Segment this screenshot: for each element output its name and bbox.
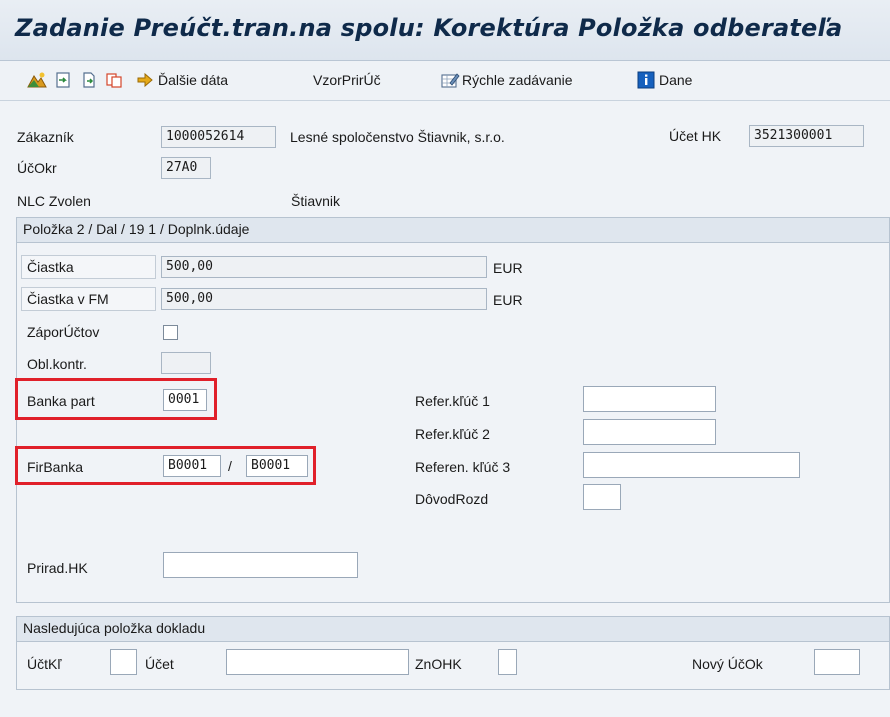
arrow-right-icon <box>136 71 154 89</box>
company-code-label: ÚčOkr <box>17 160 57 176</box>
info-icon <box>637 71 655 89</box>
new-document-icon <box>80 71 98 89</box>
neg-posting-label: ZáporÚčtov <box>27 324 100 340</box>
customer-name: Lesné spoločenstvo Štiavnik, s.r.o. <box>290 129 505 145</box>
application-toolbar: Ďalšie dáta VzorPrirÚč Rýchle zadávanie … <box>0 61 890 101</box>
ref-key2-label: Refer.kľúč 2 <box>415 426 490 442</box>
ref-key3-label: Referen. kľúč 3 <box>415 459 511 475</box>
account-field[interactable] <box>226 649 409 675</box>
city-right: Štiavnik <box>291 193 341 209</box>
house-bank-separator: / <box>228 458 232 474</box>
reason-field[interactable] <box>583 484 621 510</box>
title-bar: Zadanie Preúčt.tran.na spolu: Korektúra … <box>0 0 890 61</box>
create-document-button[interactable] <box>80 69 98 91</box>
city-left: NLC Zvolen <box>17 193 91 209</box>
template-label: VzorPrirÚč <box>313 72 381 88</box>
fast-entry-button[interactable]: Rýchle zadávanie <box>440 69 573 91</box>
taxes-label: Dane <box>659 72 693 88</box>
company-code-field[interactable]: 27A0 <box>161 157 211 179</box>
more-data-button[interactable]: Ďalšie dáta <box>136 69 228 91</box>
special-gl-label: ZnOHK <box>415 656 462 672</box>
ref-key1-field[interactable] <box>583 386 716 412</box>
gl-account-field[interactable]: 3521300001 <box>749 125 864 147</box>
reason-label: DôvodRozd <box>415 491 489 507</box>
ref-key2-field[interactable] <box>583 419 716 445</box>
amount-lc-field[interactable]: 500,00 <box>161 288 487 310</box>
amount-lc-currency: EUR <box>493 292 523 308</box>
house-bank-account-field[interactable]: B0001 <box>246 455 308 477</box>
house-bank-label: FirBanka <box>27 459 84 475</box>
amount-currency: EUR <box>493 260 523 276</box>
copy-icon <box>105 71 123 89</box>
new-company-code-label: Nový ÚčOk <box>692 656 763 672</box>
window-title: Zadanie Preúčt.tran.na spolu: Korektúra … <box>15 14 843 42</box>
assign-gl-label: Prirad.HK <box>27 560 88 576</box>
edit-table-icon <box>440 71 460 89</box>
posting-key-field[interactable] <box>110 649 137 675</box>
document-arrow-icon <box>54 71 72 89</box>
customer-field[interactable]: 1000052614 <box>161 126 276 148</box>
house-bank-field[interactable]: B0001 <box>163 455 221 477</box>
posting-key-label: ÚčtKľ <box>27 656 62 672</box>
ref-key1-label: Refer.kľúč 1 <box>415 393 490 409</box>
item-group-header: Položka 2 / Dal / 19 1 / Doplnk.údaje <box>16 217 890 243</box>
fast-entry-label: Rýchle zadávanie <box>462 72 573 88</box>
customer-label: Zákazník <box>17 129 74 145</box>
template-button[interactable]: VzorPrirÚč <box>313 69 381 91</box>
copy-button[interactable] <box>105 69 123 91</box>
partner-bank-label: Banka part <box>27 393 95 409</box>
simulate-button[interactable] <box>27 69 47 91</box>
control-area-field[interactable] <box>161 352 211 374</box>
amount-label: Čiastka <box>21 255 156 279</box>
assign-gl-field[interactable] <box>163 552 358 578</box>
item-group-title: Položka 2 / Dal / 19 1 / Doplnk.údaje <box>23 221 250 237</box>
new-company-code-field[interactable] <box>814 649 860 675</box>
amount-lc-label: Čiastka v FM <box>21 287 156 311</box>
partner-bank-field[interactable]: 0001 <box>163 389 207 411</box>
more-data-label: Ďalšie dáta <box>158 72 229 88</box>
neg-posting-checkbox[interactable] <box>163 325 178 340</box>
mountain-icon <box>27 71 47 89</box>
gl-account-label: Účet HK <box>669 128 722 144</box>
next-item-group-header: Nasledujúca položka dokladu <box>16 616 890 642</box>
post-button[interactable] <box>54 69 72 91</box>
account-label: Účet <box>145 656 174 672</box>
next-item-group-title: Nasledujúca položka dokladu <box>23 620 206 636</box>
control-area-label: Obl.kontr. <box>27 356 87 372</box>
amount-field[interactable]: 500,00 <box>161 256 487 278</box>
ref-key3-field[interactable] <box>583 452 800 478</box>
special-gl-field[interactable] <box>498 649 517 675</box>
taxes-button[interactable]: Dane <box>637 69 692 91</box>
